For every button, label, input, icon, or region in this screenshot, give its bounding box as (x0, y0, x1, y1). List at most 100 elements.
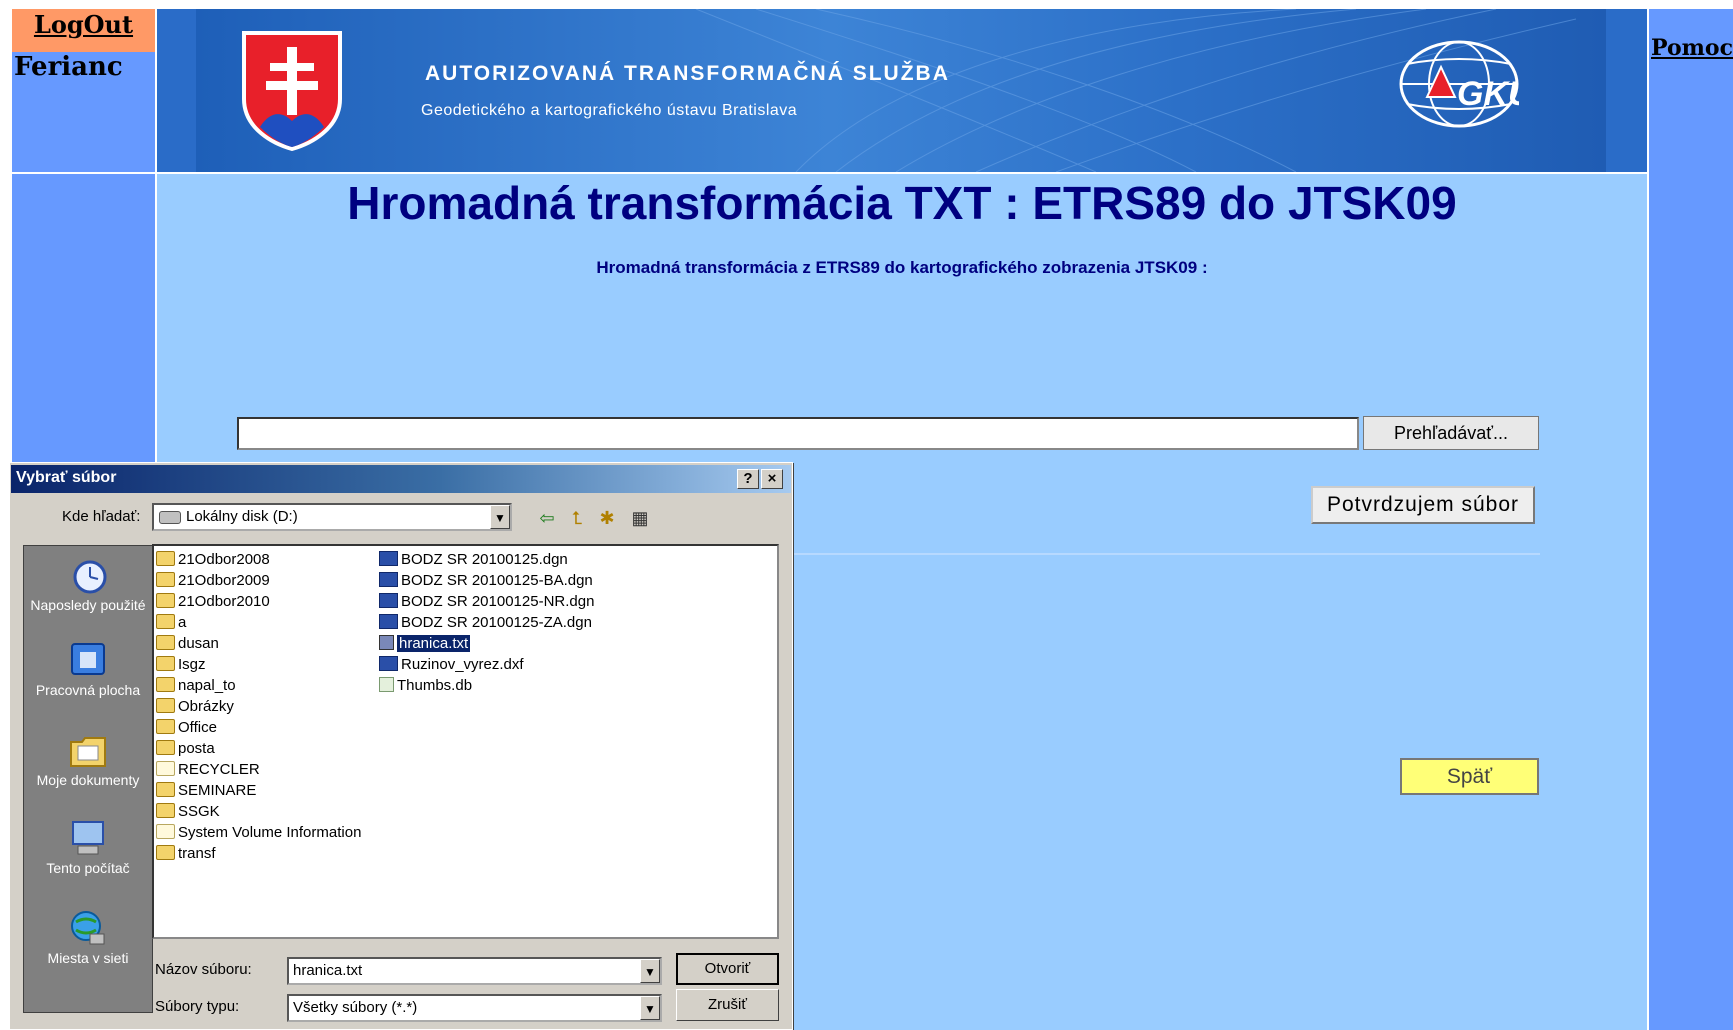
folder-icon (156, 656, 175, 671)
folder-icon (156, 614, 175, 629)
new-folder-icon[interactable]: ✱ (595, 506, 619, 530)
back-arrow-icon[interactable]: ⇦ (535, 506, 559, 530)
banner-image: GKÚ (196, 9, 1606, 172)
desktop-icon (71, 643, 105, 675)
right-sidebar (1649, 9, 1733, 1030)
my-computer-icon (72, 821, 104, 855)
banner-subtitle: Geodetického a kartografického ústavu Br… (421, 102, 798, 119)
folder-name: 21Odbor2010 (178, 593, 270, 610)
file-name: BODZ SR 20100125-BA.dgn (401, 572, 593, 589)
folder-item[interactable]: dusan (156, 633, 361, 654)
look-in-dropdown-button[interactable]: ▼ (490, 505, 510, 529)
file-item-selected[interactable]: hranica.txt (379, 633, 594, 654)
folder-item[interactable]: posta (156, 738, 361, 759)
dgn-file-icon (379, 614, 398, 629)
file-name: hranica.txt (397, 635, 471, 652)
look-in-label: Kde hľadať: (62, 508, 141, 525)
folder-icon (156, 593, 175, 608)
dgn-file-icon (379, 593, 398, 608)
network-icon (71, 911, 105, 945)
folder-item[interactable]: a (156, 612, 361, 633)
page-title: Hromadná transformácia TXT : ETRS89 do J… (347, 177, 1457, 229)
gku-logo-text: GKÚ (1457, 75, 1519, 113)
folder-item[interactable]: SEMINARE (156, 780, 361, 801)
folder-icon (156, 635, 175, 650)
folder-item[interactable]: Isgz (156, 654, 361, 675)
file-name: BODZ SR 20100125.dgn (401, 551, 568, 568)
folder-name: Obrázky (178, 698, 234, 715)
file-name-dropdown-button[interactable]: ▼ (640, 959, 660, 983)
folder-name: Office (178, 719, 217, 736)
dgn-file-icon (379, 551, 398, 566)
file-path-input[interactable] (237, 417, 1359, 450)
browse-button[interactable]: Prehľadávať... (1363, 416, 1539, 450)
banner-decoration (695, 9, 1577, 172)
dialog-title: Vybrať súbor (16, 469, 117, 486)
file-list[interactable]: 21Odbor2008 21Odbor2009 21Odbor2010 a dusan I… (152, 544, 779, 939)
folder-item[interactable]: transf (156, 843, 361, 864)
folder-item[interactable]: RECYCLER (156, 759, 361, 780)
folder-icon (156, 824, 175, 839)
file-item[interactable]: BODZ SR 20100125.dgn (379, 549, 594, 570)
file-type-label: Súbory typu: (155, 998, 240, 1015)
folder-item[interactable]: napal_to (156, 675, 361, 696)
folder-icon (156, 572, 175, 587)
folder-name: Isgz (178, 656, 206, 673)
dialog-close-button[interactable]: × (761, 469, 783, 489)
folder-item[interactable]: System Volume Information (156, 822, 361, 843)
place-label: Miesta v sieti (47, 950, 129, 966)
folder-item[interactable]: 21Odbor2009 (156, 570, 361, 591)
folder-icon (156, 698, 175, 713)
folder-name: napal_to (178, 677, 236, 694)
file-type-select[interactable]: Všetky súbory (*.*) (287, 994, 662, 1022)
file-name: BODZ SR 20100125-ZA.dgn (401, 614, 592, 631)
help-link[interactable]: Pomoc (1651, 35, 1733, 61)
gku-logo-icon: GKÚ (1399, 40, 1519, 128)
up-folder-icon[interactable]: ⮤ (565, 506, 589, 530)
recent-icon (73, 560, 107, 594)
coat-of-arms-icon (242, 31, 342, 151)
dialog-titlebar[interactable] (11, 465, 791, 493)
file-item[interactable]: BODZ SR 20100125-NR.dgn (379, 591, 594, 612)
folder-icon (156, 845, 175, 860)
file-item[interactable]: BODZ SR 20100125-BA.dgn (379, 570, 594, 591)
folder-name: 21Odbor2008 (178, 551, 270, 568)
place-label: Moje dokumenty (36, 772, 140, 788)
file-name: Ruzinov_vyrez.dxf (401, 656, 524, 673)
folder-icon (156, 740, 175, 755)
folder-name: posta (178, 740, 215, 757)
banner-title: AUTORIZOVANÁ TRANSFORMAČNÁ SLUŽBA (425, 62, 950, 85)
folder-item[interactable]: 21Odbor2008 (156, 549, 361, 570)
folder-icon (156, 782, 175, 797)
place-label: Naposledy použité (30, 597, 146, 613)
back-button[interactable]: Späť (1400, 758, 1539, 795)
page-subtitle: Hromadná transformácia z ETRS89 do karto… (596, 258, 1208, 277)
file-type-dropdown-button[interactable]: ▼ (640, 996, 660, 1020)
file-item[interactable]: BODZ SR 20100125-ZA.dgn (379, 612, 594, 633)
dialog-help-button[interactable]: ? (737, 469, 759, 489)
folder-name: RECYCLER (178, 761, 260, 778)
dxf-file-icon (379, 656, 398, 671)
logout-link[interactable]: LogOut (12, 10, 155, 39)
db-file-icon (379, 677, 394, 692)
folder-name: a (178, 614, 187, 631)
folder-item[interactable]: SSGK (156, 801, 361, 822)
file-name-input[interactable]: hranica.txt (287, 957, 662, 985)
folder-name: System Volume Information (178, 824, 362, 841)
folder-icon (156, 803, 175, 818)
file-name-label: Názov súboru: (155, 961, 252, 978)
drive-icon (159, 511, 181, 524)
file-item[interactable]: Ruzinov_vyrez.dxf (379, 654, 594, 675)
folder-item[interactable]: 21Odbor2010 (156, 591, 361, 612)
folder-name: 21Odbor2009 (178, 572, 270, 589)
folder-item[interactable]: Obrázky (156, 696, 361, 717)
open-button[interactable]: Otvoriť (676, 953, 779, 985)
look-in-value: Lokálny disk (D:) (186, 508, 298, 525)
views-menu-icon[interactable]: ▦ (628, 506, 652, 530)
folder-item[interactable]: Office (156, 717, 361, 738)
confirm-file-button[interactable]: Potvrdzujem súbor (1311, 486, 1535, 524)
folder-icon (156, 719, 175, 734)
file-name: Thumbs.db (397, 677, 473, 694)
cancel-button[interactable]: Zrušiť (676, 989, 779, 1021)
file-item[interactable]: Thumbs.db (379, 675, 594, 696)
